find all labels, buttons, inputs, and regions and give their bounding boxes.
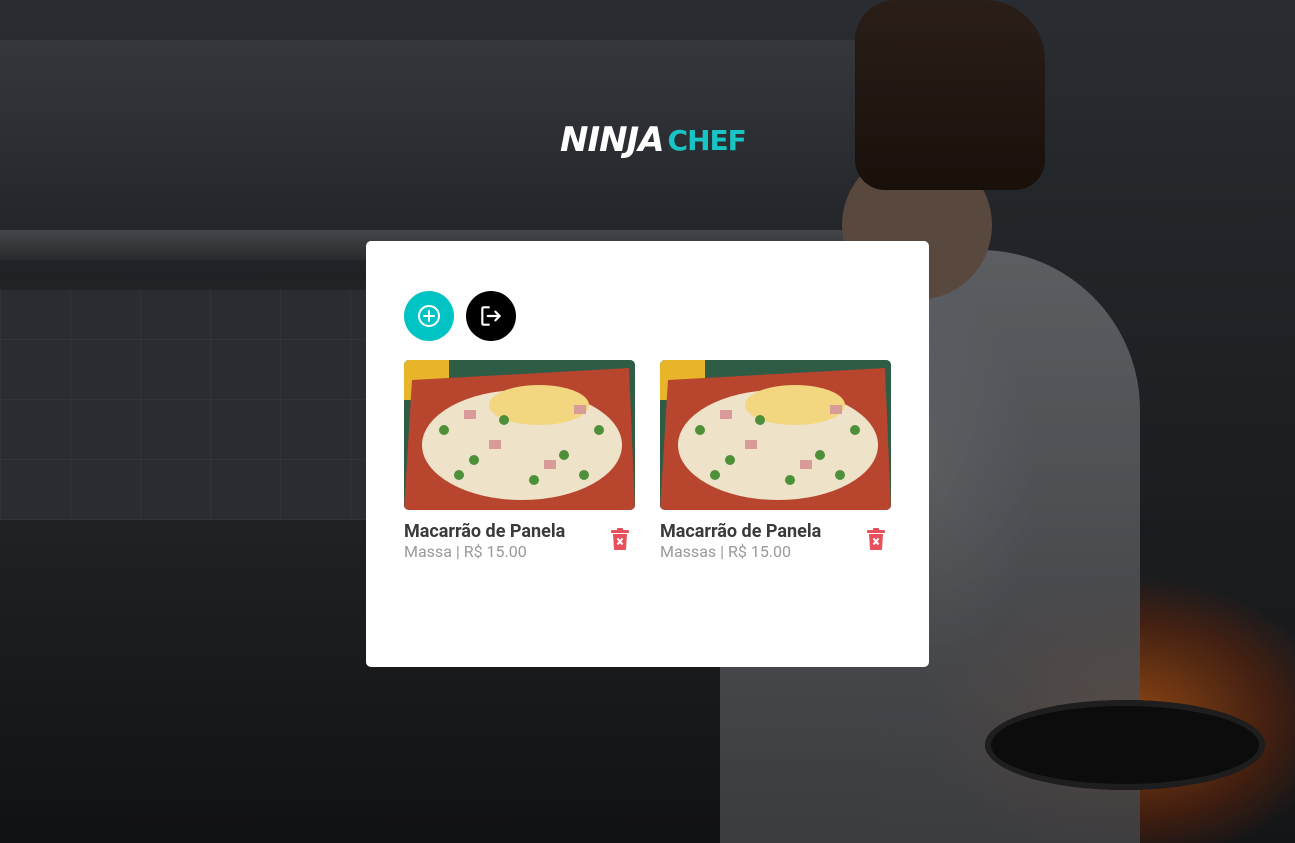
action-bar bbox=[404, 291, 516, 341]
dish-card[interactable]: Macarrão de Panela Massa | R$ 15.00 bbox=[404, 360, 635, 562]
dish-meta: Massa | R$ 15.00 bbox=[404, 542, 527, 561]
logo-text-chef: CHEF bbox=[667, 123, 747, 157]
dish-info: Macarrão de Panela Massa | R$ 15.00 bbox=[404, 522, 635, 562]
logout-icon bbox=[481, 306, 501, 326]
pasta-dish-image bbox=[404, 360, 635, 510]
dish-category: Massa bbox=[404, 542, 452, 561]
plus-circle-icon bbox=[418, 305, 440, 327]
dishes-panel: Macarrão de Panela Massa | R$ 15.00 Maca… bbox=[366, 241, 929, 667]
dish-list: Macarrão de Panela Massa | R$ 15.00 Maca… bbox=[404, 360, 891, 562]
delete-dish-button[interactable] bbox=[865, 528, 887, 552]
trash-icon bbox=[611, 528, 629, 550]
ninjachef-logo: NINJA CHEF bbox=[560, 112, 747, 168]
pasta-dish-image bbox=[660, 360, 891, 510]
trash-icon bbox=[867, 528, 885, 550]
add-dish-button[interactable] bbox=[404, 291, 454, 341]
dish-price: R$ 15.00 bbox=[728, 542, 792, 561]
dish-category: Massas bbox=[660, 542, 717, 561]
dish-card[interactable]: Macarrão de Panela Massas | R$ 15.00 bbox=[660, 360, 891, 562]
logout-button[interactable] bbox=[466, 291, 516, 341]
logo-text-ninja: NINJA bbox=[560, 120, 665, 160]
dish-name: Macarrão de Panela bbox=[404, 521, 566, 542]
dish-price: R$ 15.00 bbox=[463, 542, 527, 561]
dish-name: Macarrão de Panela bbox=[660, 521, 822, 542]
dish-meta: Massas | R$ 15.00 bbox=[660, 542, 792, 561]
dish-info: Macarrão de Panela Massas | R$ 15.00 bbox=[660, 522, 891, 562]
delete-dish-button[interactable] bbox=[609, 528, 631, 552]
